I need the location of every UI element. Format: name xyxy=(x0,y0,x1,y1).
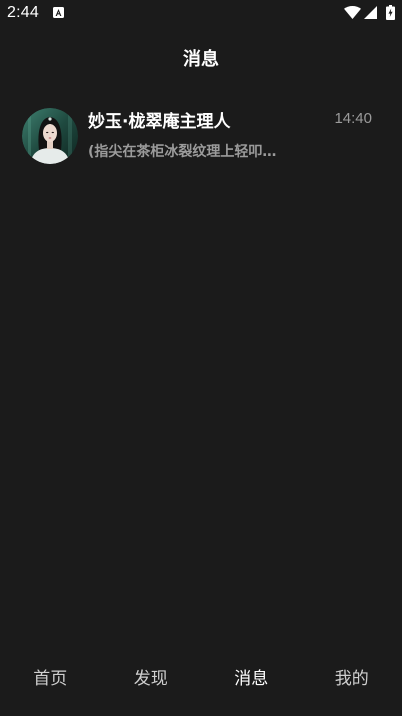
conversation-name: 妙玉·栊翠庵主理人 xyxy=(88,112,231,132)
wifi-icon xyxy=(344,6,361,19)
notification-a-icon xyxy=(53,7,64,18)
bottom-nav: 首页 发现 消息 我的 xyxy=(0,662,402,696)
battery-charging-icon xyxy=(386,5,395,20)
page-title: 消息 xyxy=(183,49,219,70)
nav-item-me[interactable]: 我的 xyxy=(302,662,402,696)
conversation-item[interactable]: 妙玉·栊翠庵主理人 14:40 (指尖在茶柜冰裂纹理上轻叩… xyxy=(0,100,402,176)
status-time: 2:44 xyxy=(7,4,39,21)
conversation-preview: (指尖在茶柜冰裂纹理上轻叩… xyxy=(88,144,277,160)
status-bar: 2:44 xyxy=(0,0,402,26)
nav-item-messages[interactable]: 消息 xyxy=(201,662,302,696)
avatar xyxy=(22,108,78,164)
nav-item-discover[interactable]: 发现 xyxy=(101,662,202,696)
nav-item-home[interactable]: 首页 xyxy=(0,662,101,696)
signal-icon xyxy=(364,6,377,19)
conversation-time: 14:40 xyxy=(334,110,372,127)
